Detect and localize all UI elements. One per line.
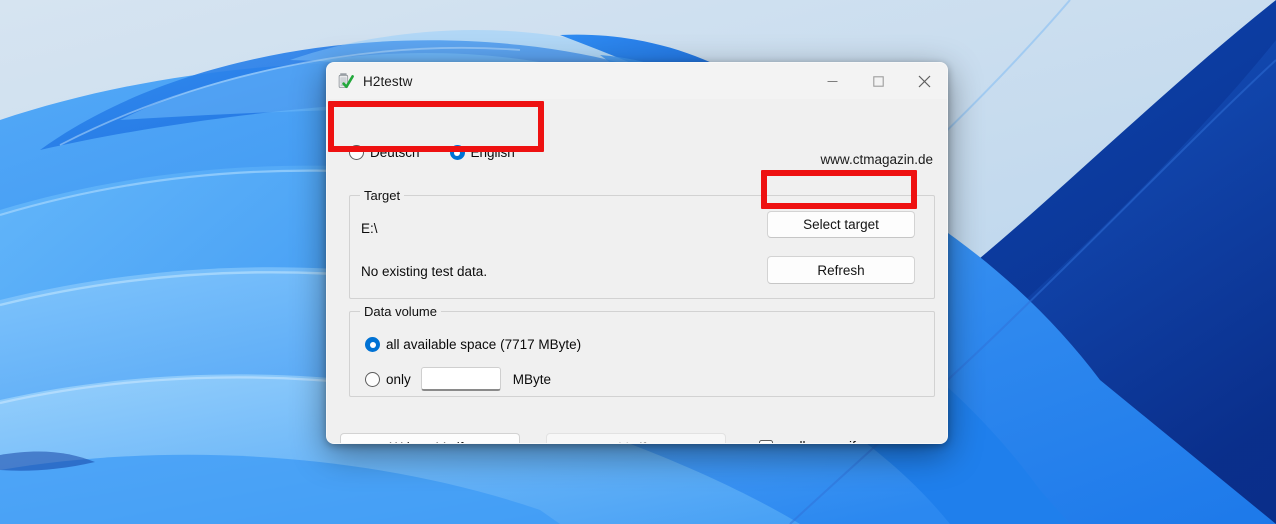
radio-all-available-label: all available space (7717 MByte) [386, 337, 582, 352]
radio-deutsch-label: Deutsch [370, 145, 420, 160]
website-link[interactable]: www.ctmagazin.de [820, 152, 933, 167]
only-mbyte-input[interactable] [420, 367, 501, 391]
refresh-button[interactable]: Refresh [767, 256, 915, 284]
select-target-button[interactable]: Select target [767, 211, 915, 238]
radio-only-row: only MByte [365, 367, 551, 391]
title-bar[interactable]: H2testw [327, 63, 947, 99]
endless-verify-checkbox[interactable]: endless verify [759, 439, 863, 443]
h2testw-window: H2testw Deutsch English www.ctmagazin.de… [326, 62, 948, 444]
minimize-button[interactable] [809, 63, 855, 99]
data-volume-group-legend: Data volume [360, 304, 441, 319]
verify-button: Verify [546, 433, 726, 443]
close-icon [918, 75, 930, 87]
window-title: H2testw [363, 73, 413, 89]
radio-english[interactable]: English [449, 145, 515, 160]
radio-deutsch-indicator [349, 145, 364, 160]
minimize-icon [827, 80, 837, 82]
mbyte-unit-label: MByte [512, 371, 552, 387]
radio-only-indicator[interactable] [365, 371, 380, 387]
radio-all-available-space[interactable]: all available space (7717 MByte) [365, 337, 581, 352]
radio-all-available-indicator [365, 337, 380, 352]
dialog-client-area: Deutsch English www.ctmagazin.de Target … [327, 99, 947, 443]
endless-verify-label: endless verify [780, 439, 863, 443]
endless-verify-box [759, 439, 773, 443]
maximize-button[interactable] [855, 63, 901, 99]
target-group-legend: Target [360, 188, 405, 203]
language-selector: Deutsch English [339, 145, 515, 160]
close-button[interactable] [901, 63, 947, 99]
radio-only-label: only [386, 371, 411, 387]
radio-english-indicator [449, 145, 465, 160]
write-verify-button[interactable]: Write + Verify [340, 433, 520, 443]
desktop-screen: H2testw Deutsch English www.ctmagazin.de… [0, 0, 1276, 524]
usb-drive-check-icon [338, 73, 354, 89]
target-path: E:\ [361, 221, 378, 236]
target-status: No existing test data. [361, 264, 488, 279]
maximize-icon [872, 75, 884, 87]
radio-english-label: English [470, 145, 515, 160]
radio-deutsch[interactable]: Deutsch [349, 145, 420, 160]
